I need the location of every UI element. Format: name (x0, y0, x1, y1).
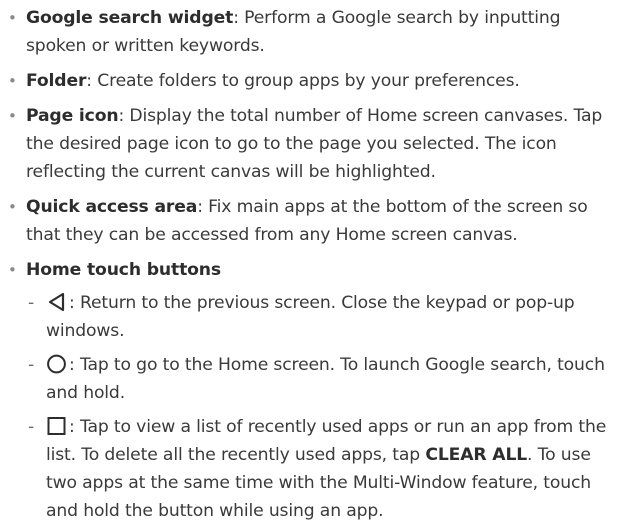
bullet: • (8, 107, 17, 125)
bullet: • (8, 261, 17, 279)
list-item-folder: • Folder: Create folders to group apps b… (6, 67, 623, 95)
home-circle-icon (46, 353, 67, 375)
term-label: Page icon (26, 106, 119, 126)
term-label: Google search widget (26, 8, 234, 28)
list-item-page-icon: • Page icon: Display the total number of… (6, 102, 623, 186)
dash: - (28, 355, 35, 375)
sub-item-home-button: - : Tap to go to the Home screen. To lau… (26, 351, 623, 407)
list-item-quick-access-area: • Quick access area: Fix main apps at th… (6, 193, 623, 249)
sub-item-back-button: - : Return to the previous screen. Close… (26, 289, 623, 345)
dash: - (28, 417, 35, 437)
term-label: Folder (26, 71, 87, 91)
term-label: Quick access area (26, 197, 198, 217)
bullet: • (8, 72, 17, 90)
recent-apps-square-icon (46, 415, 67, 437)
list-item-home-touch-buttons: • Home touch buttons - : Return to the p… (6, 256, 623, 525)
dash: - (28, 293, 35, 313)
sub-item-recent-apps-button: - : Tap to view a list of recently used … (26, 413, 623, 525)
bullet: • (8, 198, 17, 216)
term-description: : Create folders to group apps by your p… (86, 71, 520, 91)
back-triangle-icon (46, 291, 67, 313)
term-label: Home touch buttons (26, 260, 221, 280)
back-button-description: : Return to the previous screen. Close t… (46, 293, 575, 341)
document-page: • Google search widget: Perform a Google… (0, 0, 633, 521)
home-button-description: : Tap to go to the Home screen. To launc… (46, 355, 605, 403)
list-item-google-search-widget: • Google search widget: Perform a Google… (6, 4, 623, 60)
clear-all-label: CLEAR ALL (425, 445, 528, 465)
bullet: • (8, 9, 17, 27)
